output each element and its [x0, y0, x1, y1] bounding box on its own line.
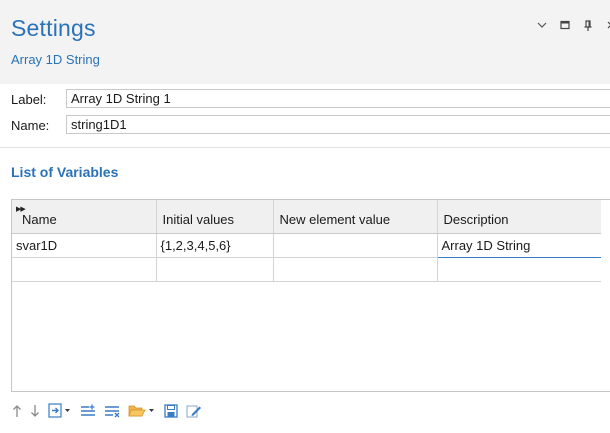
maximize-icon[interactable]: [559, 20, 571, 32]
page-title: Settings: [11, 15, 96, 41]
column-header-label: Description: [443, 211, 509, 227]
label-caption: Label:: [11, 92, 47, 107]
table-toolbar: [12, 402, 202, 420]
name-field-row: Name:: [11, 115, 610, 136]
clear-table-icon[interactable]: [104, 402, 120, 420]
column-header-label: Initial values: [162, 211, 235, 227]
column-header-name[interactable]: ▶▶ Name: [12, 200, 157, 234]
edit-icon[interactable]: [186, 402, 202, 420]
move-down-icon[interactable]: [30, 402, 40, 420]
table-cell-selected[interactable]: Array 1D String: [436, 232, 601, 258]
table-cell[interactable]: [273, 233, 438, 258]
move-up-icon[interactable]: [12, 402, 22, 420]
section-title[interactable]: List of Variables: [11, 164, 118, 180]
sort-marker-icon: ▶▶: [16, 206, 26, 213]
column-header-new-element-value[interactable]: New element value: [273, 200, 438, 234]
label-field-row: Label:: [11, 89, 610, 110]
chevron-down-icon[interactable]: [536, 20, 548, 32]
table-header-row: ▶▶ Name Initial values New element value…: [12, 200, 601, 234]
table-cell[interactable]: [437, 257, 601, 282]
close-icon[interactable]: [605, 20, 610, 32]
window-controls: [536, 20, 610, 32]
column-header-description[interactable]: Description: [437, 200, 601, 234]
table-cell[interactable]: [12, 257, 157, 282]
section-divider: [0, 147, 610, 148]
settings-header: Settings Array 1D String: [0, 0, 610, 84]
column-header-label: Name: [22, 211, 57, 227]
add-element-icon[interactable]: [48, 402, 72, 420]
save-icon[interactable]: [164, 402, 178, 420]
name-caption: Name:: [11, 118, 50, 133]
name-input[interactable]: [66, 115, 610, 134]
table-cell[interactable]: svar1D: [12, 233, 157, 258]
table-cell[interactable]: [273, 257, 438, 282]
pin-icon[interactable]: [582, 20, 594, 32]
page-subtitle: Array 1D String: [11, 52, 100, 67]
variables-table: ▶▶ Name Initial values New element value…: [11, 199, 610, 392]
column-header-initial-values[interactable]: Initial values: [156, 200, 274, 234]
label-input[interactable]: [66, 89, 610, 108]
table-row[interactable]: svar1D {1,2,3,4,5,6} Array 1D String: [12, 232, 601, 258]
open-folder-icon[interactable]: [128, 402, 156, 420]
table-cell[interactable]: {1,2,3,4,5,6}: [156, 233, 274, 258]
column-header-label: New element value: [279, 211, 391, 227]
insert-row-icon[interactable]: [80, 402, 96, 420]
table-cell[interactable]: [156, 257, 274, 282]
table-row[interactable]: [12, 257, 601, 282]
